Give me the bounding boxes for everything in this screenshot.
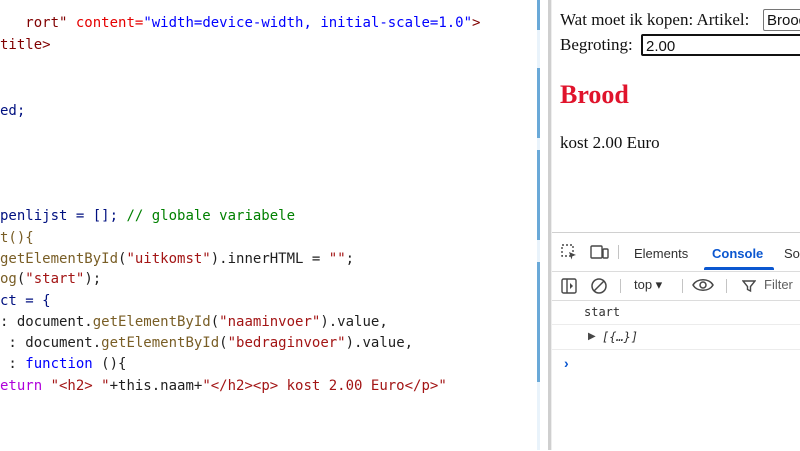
budget-label: Begroting: (560, 35, 633, 54)
change-marker (537, 262, 540, 382)
code-token: "naaminvoer" (219, 314, 321, 330)
filter-input[interactable]: Filter (764, 277, 793, 292)
code-token: ( (210, 314, 220, 330)
code-line[interactable]: ct = { (0, 290, 51, 312)
code-line[interactable]: : document.getElementById("naaminvoer").… (0, 311, 388, 333)
code-token: ; (345, 251, 355, 267)
prompt-chevron-icon[interactable]: › (564, 355, 569, 371)
change-marker (537, 150, 540, 240)
code-token: : (0, 356, 26, 372)
console-toolbar: top ▾ Filter (552, 272, 800, 301)
tab-sources[interactable]: So (784, 246, 800, 261)
code-token: getElementById (92, 314, 211, 330)
sidebar-icon[interactable] (560, 277, 578, 300)
active-tab-indicator (704, 267, 774, 270)
code-token: "bedraginvoer" (227, 335, 346, 351)
filter-icon[interactable] (741, 278, 757, 298)
code-line[interactable]: eturn "<h2> "+this.naam+"</h2><p> kost 2… (0, 375, 447, 397)
toolbar-separator (726, 279, 727, 293)
budget-input[interactable]: 2.00 (641, 34, 800, 56)
toolbar-separator (620, 279, 621, 293)
result-text: kost 2.00 Euro (560, 133, 660, 152)
code-token: "</h2><p> kost 2.00 Euro</p>" (202, 378, 447, 394)
code-token: > (472, 15, 481, 31)
tab-separator (618, 245, 619, 259)
code-editor[interactable]: rort" content="width=device-width, initi… (0, 0, 540, 450)
console-message[interactable]: ▶ [{…}] (552, 325, 800, 350)
code-token: "<h2> " (50, 378, 110, 394)
code-token: // globale variabele (126, 208, 296, 224)
code-line[interactable]: og("start"); (0, 268, 101, 290)
code-token: (){ (92, 356, 127, 372)
code-token: "uitkomst" (126, 251, 211, 267)
code-line[interactable]: getElementById("uitkomst").innerHTML = "… (0, 248, 354, 270)
code-token: eturn (0, 378, 51, 394)
inspect-icon[interactable] (560, 243, 578, 266)
result-title: Brood (560, 80, 629, 109)
change-marker (537, 0, 540, 30)
code-line[interactable]: ed; (0, 100, 25, 122)
code-token: ed; (0, 103, 26, 119)
code-token: title> (0, 37, 51, 53)
code-token: rort" (25, 15, 68, 31)
devtools-tab-bar: Elements Console So (552, 233, 800, 272)
code-line[interactable]: penlijst = []; // globale variabele (0, 205, 295, 227)
code-token: +this.naam+ (109, 378, 203, 394)
code-token: : document. (0, 335, 102, 351)
tab-elements[interactable]: Elements (634, 246, 688, 261)
tab-console[interactable]: Console (712, 246, 763, 261)
code-token: og (0, 271, 17, 287)
code-token: ct = { (0, 293, 51, 309)
code-line[interactable]: t(){ (0, 227, 34, 249)
toolbar-separator (682, 279, 683, 293)
code-token: : document. (0, 314, 93, 330)
code-token: content= (67, 15, 144, 31)
expand-triangle-icon[interactable]: ▶ (588, 331, 596, 342)
code-token: ); (84, 271, 102, 287)
console-object-preview[interactable]: [{…}] (602, 330, 638, 344)
code-token: function (25, 356, 93, 372)
device-toggle-icon[interactable] (590, 243, 610, 266)
code-token: ).value, (320, 314, 388, 330)
console-message-text: start (584, 305, 621, 319)
code-token: "" (328, 251, 346, 267)
browser-preview: Wat moet ik kopen: Artikel: Brood Begrot… (552, 0, 800, 232)
code-token: ).innerHTML = (210, 251, 329, 267)
code-token: getElementById (101, 335, 220, 351)
console-message: start (552, 300, 800, 325)
code-token: t(){ (0, 230, 34, 246)
code-line[interactable]: : document.getElementById("bedraginvoer"… (0, 332, 413, 354)
devtools-panel: Elements Console So top ▾ Filter start ▶… (552, 232, 800, 451)
eye-icon[interactable] (692, 276, 714, 299)
code-token: getElementById (0, 251, 119, 267)
change-marker (537, 68, 540, 138)
code-token: ).value, (345, 335, 414, 351)
code-line[interactable]: : function (){ (0, 353, 126, 375)
code-token: "width=device-width, initial-scale=1.0" (143, 15, 473, 31)
code-line[interactable]: title> (0, 34, 51, 56)
article-label: Wat moet ik kopen: Artikel: (560, 10, 750, 29)
code-token: penlijst = []; (0, 208, 127, 224)
code-token: ( (219, 335, 228, 351)
clear-console-icon[interactable] (590, 277, 608, 300)
code-token: "start" (25, 271, 85, 287)
code-line[interactable]: rort" content="width=device-width, initi… (0, 12, 480, 34)
context-select[interactable]: top ▾ (634, 277, 662, 293)
article-input[interactable]: Brood (763, 9, 800, 31)
